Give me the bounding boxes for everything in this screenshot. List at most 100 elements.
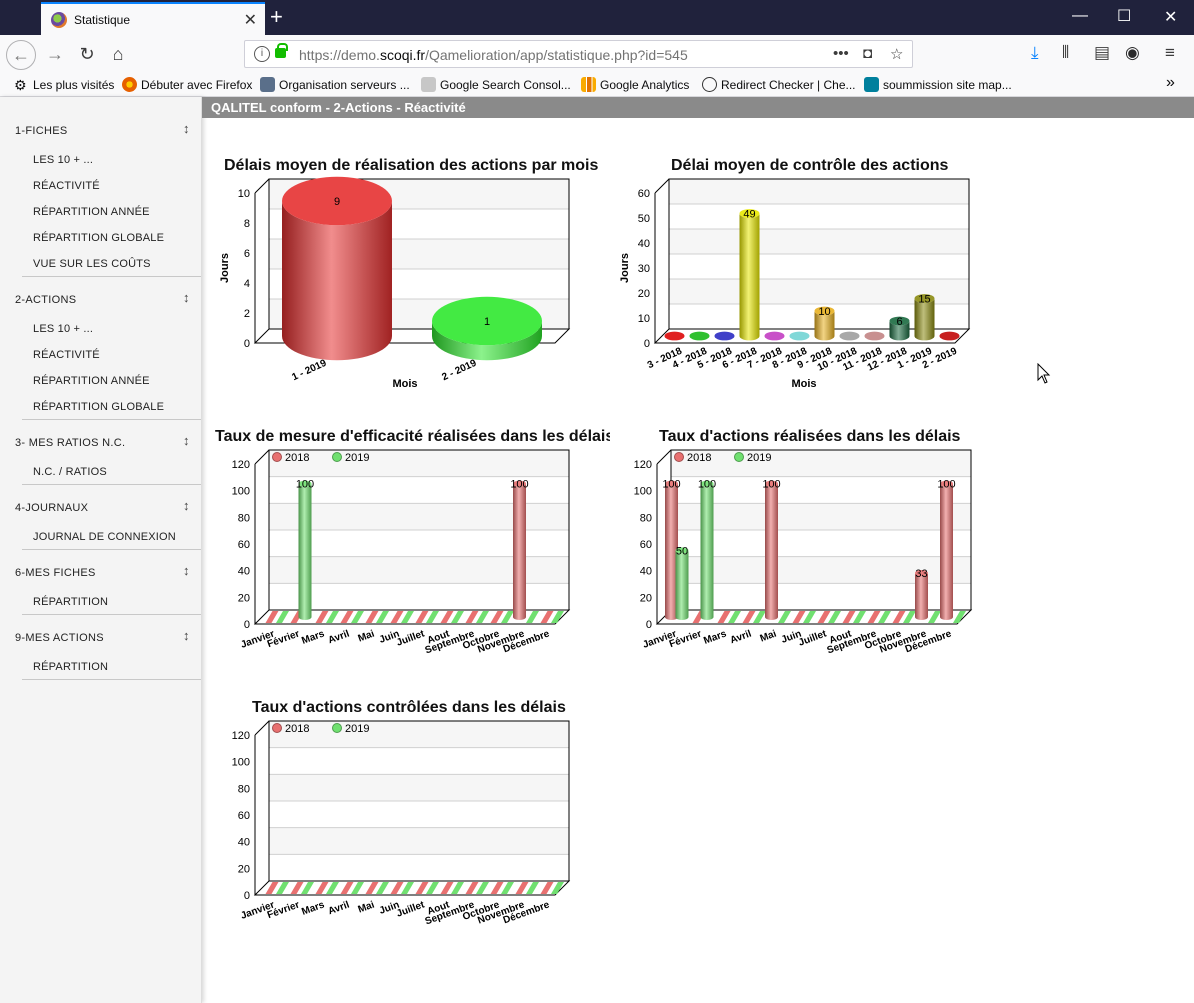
y-tick-label: 20 <box>640 592 652 604</box>
y-tick-label: 20 <box>238 863 250 875</box>
site-favicon-icon <box>51 12 67 28</box>
grid-band <box>671 450 971 477</box>
x-tick-label: Mars <box>702 628 728 646</box>
chart-1-realisation: 0 2 4 6 8 10 Jours 9 1 - 2019 1 2 - 2019 Mois <box>219 176 571 390</box>
grid-band <box>669 204 969 229</box>
bookmark-search-console[interactable]: Google Search Consol... <box>421 77 571 92</box>
y-tick-label: 80 <box>640 512 652 524</box>
sidebar-item-fiches-repartition-annee[interactable]: RÉPARTITION ANNÉE <box>33 206 150 218</box>
bookmark-star-icon[interactable]: ☆ <box>890 45 903 63</box>
sidebar-item-actions-repartition-annee[interactable]: RÉPARTITION ANNÉE <box>33 375 150 387</box>
server-icon <box>260 77 275 92</box>
y-tick-label: 0 <box>244 338 250 350</box>
bar-base <box>839 331 860 341</box>
sidebar-item-fiches-repartition-globale[interactable]: RÉPARTITION GLOBALE <box>33 232 164 244</box>
y-tick-label: 4 <box>244 278 250 290</box>
expand-collapse-icon[interactable]: ↕ <box>183 628 190 643</box>
data-label: 100 <box>510 479 528 491</box>
minimize-icon[interactable]: — <box>1072 7 1088 25</box>
bar <box>915 573 928 620</box>
site-info-icon[interactable]: i <box>254 46 270 62</box>
expand-collapse-icon[interactable]: ↕ <box>183 433 190 448</box>
more-bookmarks-icon[interactable]: » <box>1166 74 1175 92</box>
sync-icon[interactable]: ◉ <box>1125 43 1140 63</box>
sidebar-item-actions-reactivite[interactable]: RÉACTIVITÉ <box>33 349 100 361</box>
y-tick-label: 2 <box>244 308 250 320</box>
downloads-icon[interactable]: ⤓ <box>1031 43 1039 63</box>
sidebar-section-fiches[interactable]: 1-FICHES <box>15 125 68 137</box>
x-tick-label: Mai <box>759 628 779 644</box>
url-text[interactable]: https://demo.scoqi.fr/Qamelioration/app/… <box>299 47 688 63</box>
y-tick-label: 0 <box>244 619 250 631</box>
bookmark-analytics[interactable]: Google Analytics <box>581 77 689 92</box>
expand-collapse-icon[interactable]: ↕ <box>183 121 190 136</box>
sidebar-item-mes-fiches-repartition[interactable]: RÉPARTITION <box>33 596 108 608</box>
bar-base <box>689 331 710 341</box>
sidebar-divider <box>22 276 201 277</box>
sidebar-section-mes-fiches[interactable]: 6-MES FICHES <box>15 567 96 579</box>
sidebar-item-fiches-reactivite[interactable]: RÉACTIVITÉ <box>33 180 100 192</box>
sidebar-item-nc-ratios[interactable]: N.C. / RATIOS <box>33 466 107 478</box>
page-header: QALITEL conform - 2-Actions - Réactivité <box>202 97 1194 118</box>
bookmark-sitemap[interactable]: soummission site map... <box>864 77 1012 92</box>
grid-band <box>269 827 569 855</box>
home-icon[interactable]: ⌂ <box>103 40 133 70</box>
forward-button-icon[interactable]: → <box>40 40 70 70</box>
bookmark-redirect-checker[interactable]: Redirect Checker | Che... <box>702 77 856 92</box>
y-axis-label: Jours <box>219 253 231 283</box>
firefox-icon <box>122 77 137 92</box>
y-tick-label: 100 <box>232 486 250 498</box>
sidebar-section-mes-actions[interactable]: 9-MES ACTIONS <box>15 632 104 644</box>
grid-band <box>269 450 569 477</box>
grid-band <box>269 801 569 828</box>
reload-icon[interactable]: ↻ <box>72 40 102 70</box>
bookmark-servers[interactable]: Organisation serveurs ... <box>260 77 410 92</box>
y-tick-label: 120 <box>634 459 652 471</box>
expand-collapse-icon[interactable]: ↕ <box>183 498 190 513</box>
menu-icon[interactable]: ≡ <box>1165 43 1175 63</box>
x-tick-label: Mai <box>357 628 377 644</box>
page-actions-icon[interactable]: ••• <box>833 45 849 62</box>
sidebar-item-actions-repartition-globale[interactable]: RÉPARTITION GLOBALE <box>33 401 164 413</box>
pocket-icon[interactable]: ◘ <box>863 45 872 62</box>
sidebar-item-journal-connexion[interactable]: JOURNAL DE CONNEXION <box>33 531 176 543</box>
y-tick-label: 40 <box>638 238 650 250</box>
y-axis-label: Jours <box>619 253 631 283</box>
sidebar-item-actions-top10[interactable]: LES 10 + ... <box>33 323 93 335</box>
close-tab-icon[interactable]: ✕ <box>244 10 257 30</box>
y-tick-label: 60 <box>640 539 652 551</box>
expand-collapse-icon[interactable]: ↕ <box>183 563 190 578</box>
sidebar-item-mes-actions-repartition[interactable]: RÉPARTITION <box>33 661 108 673</box>
maximize-icon[interactable]: ☐ <box>1117 6 1131 26</box>
sidebar-toggle-icon[interactable]: ▤ <box>1094 43 1110 63</box>
browser-titlebar: Statistique ✕ + — ☐ ✕ <box>0 0 1194 35</box>
sidebar-section-journaux[interactable]: 4-JOURNAUX <box>15 502 88 514</box>
legend-marker <box>272 723 282 733</box>
data-label: 49 <box>743 209 755 221</box>
bar <box>700 483 714 620</box>
sidebar-item-fiches-top10[interactable]: LES 10 + ... <box>33 154 93 166</box>
back-button-icon[interactable]: ← <box>6 40 36 70</box>
sidebar-item-fiches-couts[interactable]: VUE SUR LES COÛTS <box>33 258 151 270</box>
data-label: 9 <box>334 196 340 208</box>
data-label: 10 <box>818 306 830 318</box>
sidebar-menu: 1-FICHES ↕ LES 10 + ... RÉACTIVITÉ RÉPAR… <box>0 97 202 1003</box>
globe-icon <box>702 77 717 92</box>
data-label: 100 <box>296 479 314 491</box>
new-tab-icon[interactable]: + <box>270 4 283 30</box>
url-bar[interactable]: i https://demo.scoqi.fr/Qamelioration/ap… <box>244 40 913 68</box>
x-tick-label: Mars <box>300 628 326 646</box>
x-tick-label: Avril <box>327 899 352 917</box>
x-tick-label: Avril <box>327 628 352 646</box>
legend-marker <box>734 452 744 462</box>
axis-depth <box>254 178 270 194</box>
sidebar-divider <box>22 419 201 420</box>
sidebar-section-actions[interactable]: 2-ACTIONS <box>15 294 76 306</box>
library-icon[interactable]: ⫴ <box>1062 43 1069 63</box>
sidebar-section-ratios[interactable]: 3- MES RATIOS N.C. <box>15 437 125 449</box>
bookmark-getting-started[interactable]: Débuter avec Firefox <box>122 77 252 92</box>
browser-tab[interactable]: Statistique ✕ <box>41 2 265 35</box>
expand-collapse-icon[interactable]: ↕ <box>183 290 190 305</box>
bookmark-most-visited[interactable]: ⚙ Les plus visités <box>14 77 114 93</box>
close-window-icon[interactable]: ✕ <box>1164 7 1177 27</box>
